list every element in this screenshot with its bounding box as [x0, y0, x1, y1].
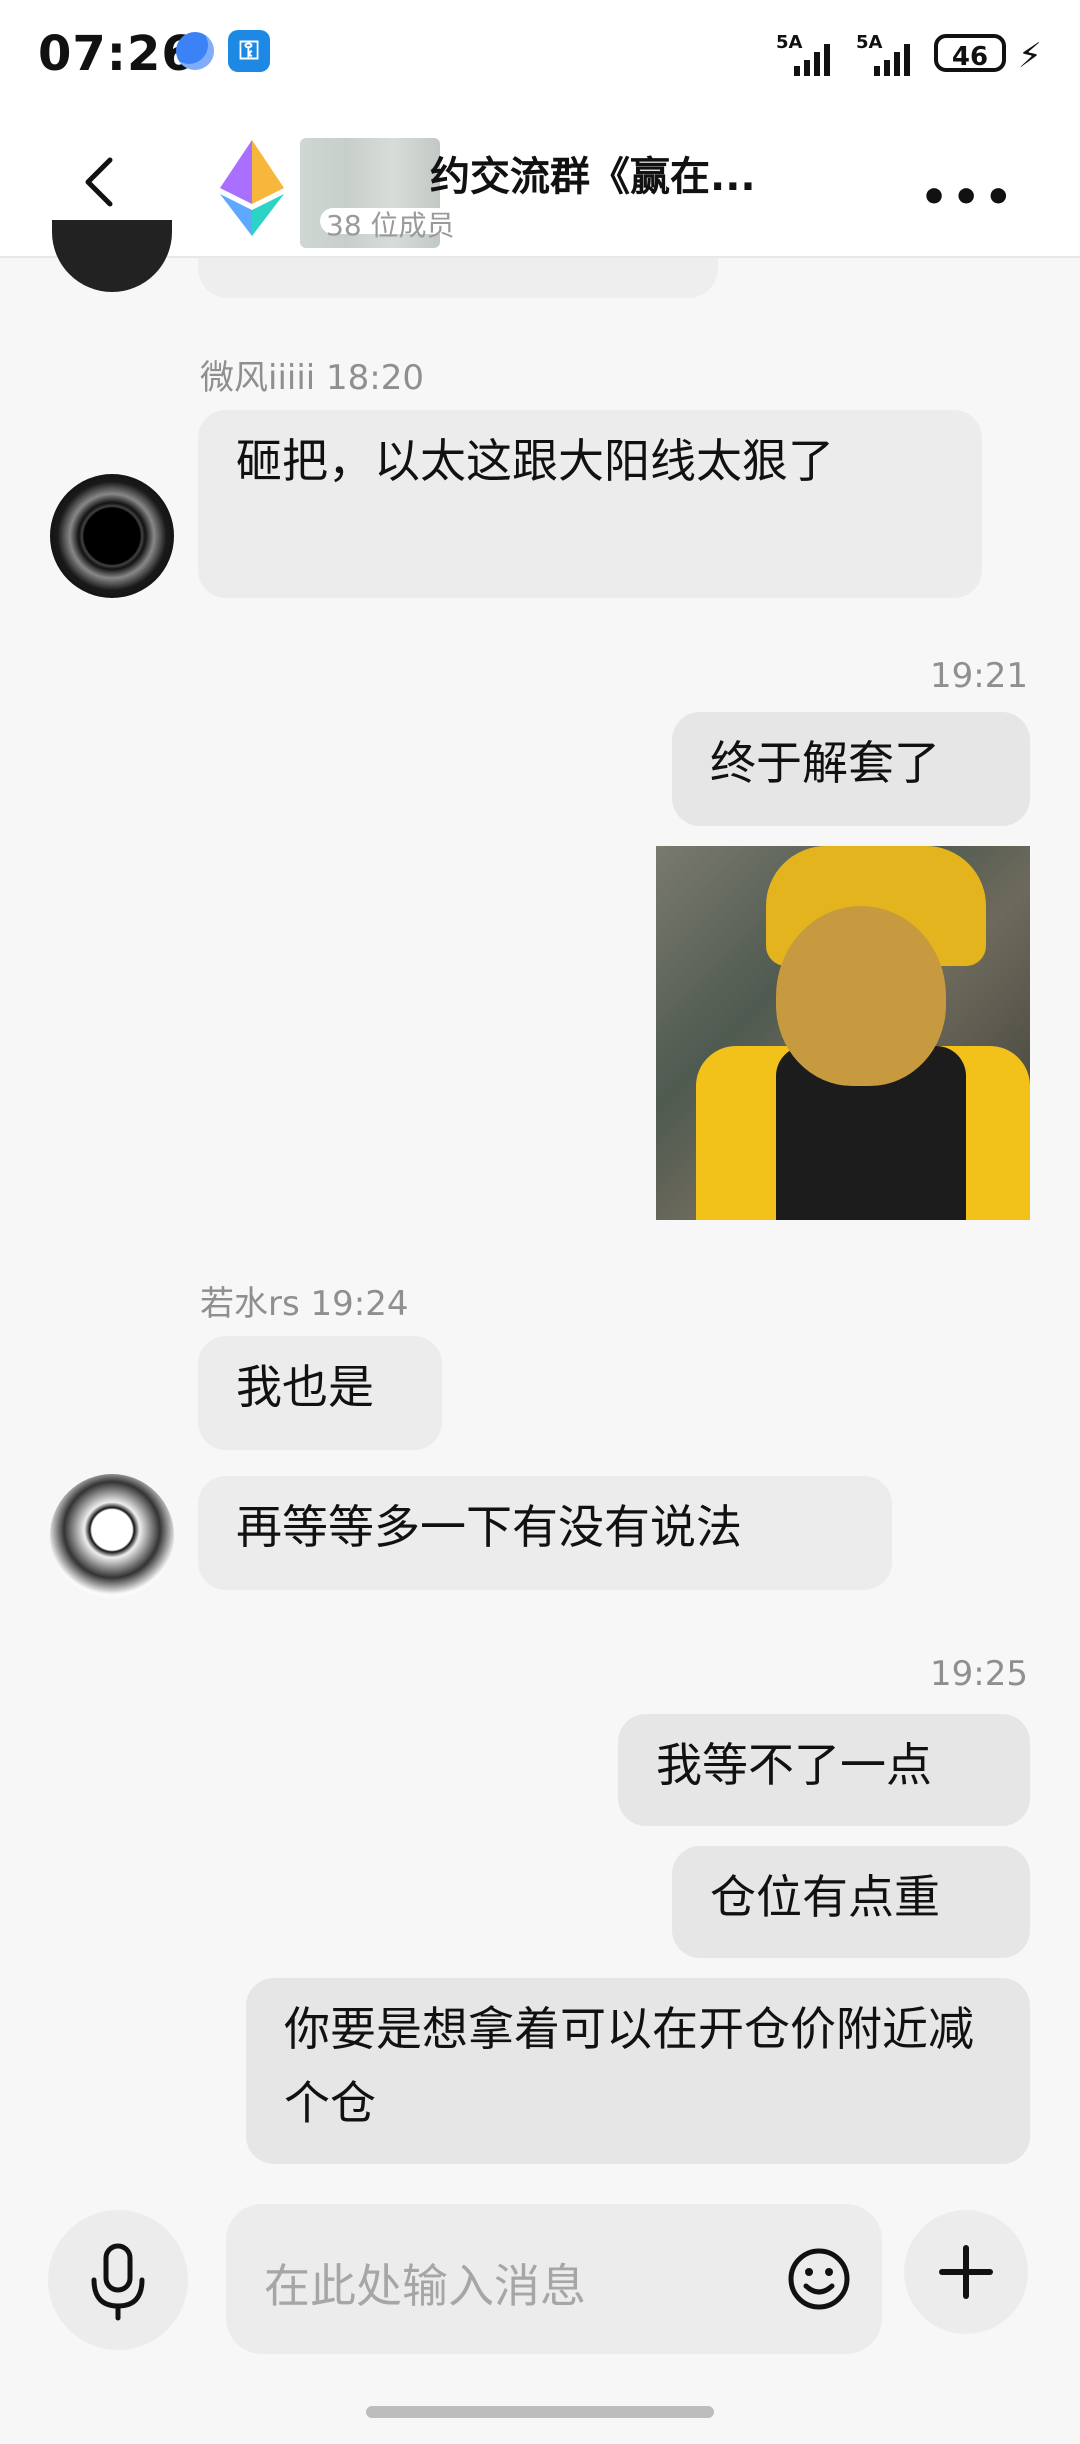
sender-label: 微风iiiii 18:20: [200, 358, 425, 398]
avatar[interactable]: [50, 474, 174, 598]
photo-detail: [776, 906, 946, 1086]
microphone-icon: [91, 2243, 145, 2321]
message-bubble-incoming[interactable]: 我也是: [198, 1336, 442, 1450]
key-app-icon: ⚿: [228, 30, 270, 72]
message-bubble-incoming[interactable]: 砸把，以太这跟大阳线太狠了: [198, 410, 982, 598]
timestamp: 19:21: [930, 656, 1028, 696]
more-options-button[interactable]: •••: [920, 172, 1016, 223]
signal-icon: 5A: [776, 34, 846, 76]
message-bubble-outgoing[interactable]: 仓位有点重: [672, 1846, 1030, 1958]
status-bar: 07:26 ⚿ 5A 5A 46 ⚡: [0, 0, 1080, 112]
emoji-button[interactable]: [784, 2244, 854, 2314]
group-avatar[interactable]: [220, 140, 284, 236]
group-title[interactable]: 约交流群《赢在...: [430, 144, 880, 202]
home-indicator[interactable]: [366, 2406, 714, 2418]
back-button[interactable]: [70, 152, 130, 212]
member-count: 38 位成员: [326, 209, 455, 242]
message-bubble-outgoing[interactable]: 你要是想拿着可以在开仓价附近减个仓: [246, 1978, 1030, 2164]
message-bubble-incoming[interactable]: 再等等多一下有没有说法: [198, 1476, 892, 1590]
status-time: 07:26: [38, 26, 196, 82]
message-bubble-outgoing[interactable]: 我等不了一点: [618, 1714, 1030, 1826]
signal-icon: 5A: [856, 34, 926, 76]
message-input[interactable]: 在此处输入消息: [226, 2204, 882, 2354]
avatar[interactable]: [52, 220, 172, 292]
smiley-icon: [788, 2248, 850, 2310]
plus-icon: [939, 2245, 993, 2299]
input-placeholder: 在此处输入消息: [264, 2259, 586, 2313]
ethereum-logo-icon: [220, 140, 284, 236]
voice-button[interactable]: [48, 2210, 188, 2350]
charging-icon: ⚡: [1018, 36, 1042, 76]
avatar[interactable]: [50, 1474, 174, 1598]
add-button[interactable]: [904, 2210, 1028, 2334]
message-bubble-outgoing[interactable]: 终于解套了: [672, 712, 1030, 826]
message-bubble[interactable]: [198, 258, 718, 298]
timestamp: 19:25: [930, 1654, 1028, 1694]
input-bar: 在此处输入消息: [0, 2180, 1080, 2444]
battery-icon: 46: [934, 34, 1006, 72]
globe-icon: [176, 32, 214, 70]
sender-label: 若水rs 19:24: [200, 1284, 409, 1324]
image-message[interactable]: [656, 846, 1030, 1220]
chevron-left-icon: [85, 157, 113, 207]
